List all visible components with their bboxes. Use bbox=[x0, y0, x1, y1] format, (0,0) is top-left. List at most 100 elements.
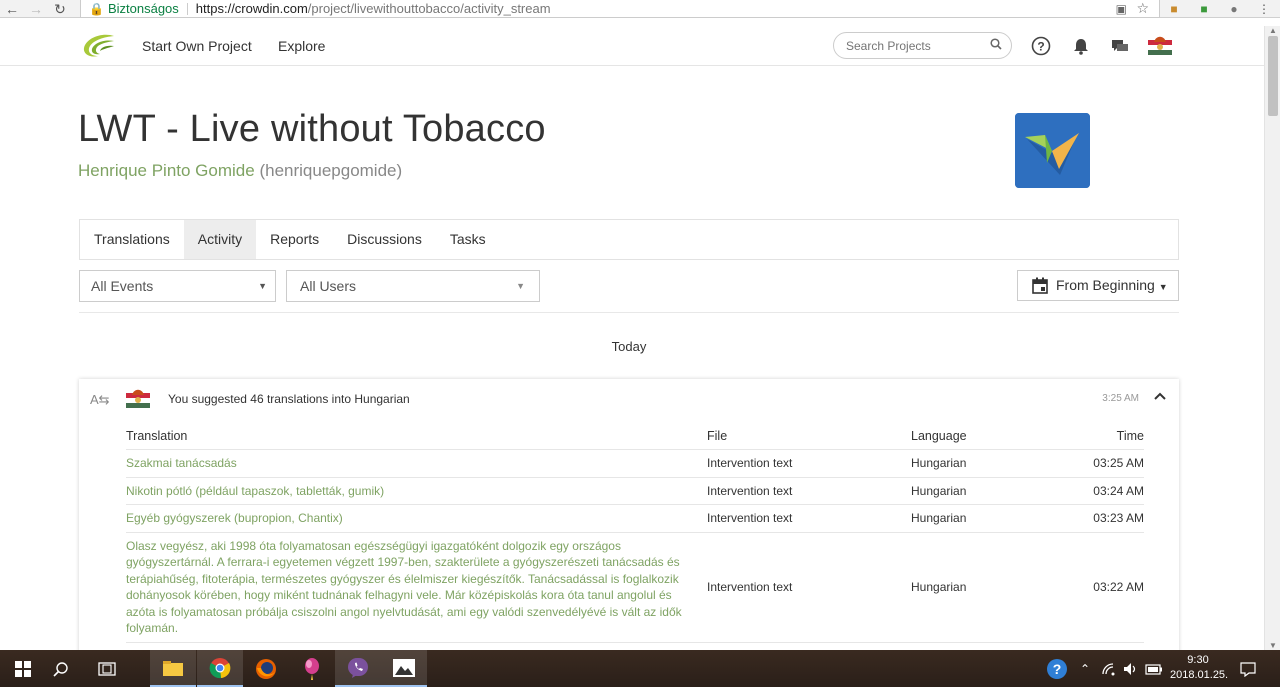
scroll-up-icon[interactable]: ▲ bbox=[1269, 26, 1277, 35]
browser-menu-icon[interactable]: ⋮ bbox=[1256, 1, 1272, 17]
events-filter-select[interactable]: All Events ▼ bbox=[79, 270, 276, 302]
site-header: Start Own Project Explore ? bbox=[0, 26, 1264, 66]
bookmark-star-icon[interactable]: ☆ bbox=[1136, 0, 1149, 17]
translate-icon: A⇆ bbox=[90, 392, 110, 407]
extension-icon[interactable]: ■ bbox=[1196, 1, 1212, 17]
show-hidden-icons-icon[interactable]: ⌃ bbox=[1080, 650, 1090, 687]
svg-text:?: ? bbox=[1053, 661, 1062, 677]
users-filter-select[interactable]: All Users ▼ bbox=[286, 270, 540, 302]
column-header-time: Time bbox=[1046, 429, 1144, 450]
table-row: Olasz vegyész, aki 1998 óta folyamatosan… bbox=[126, 532, 1144, 643]
time-cell: 03:22 AM bbox=[1046, 532, 1144, 643]
photos-app-icon[interactable] bbox=[381, 650, 427, 687]
column-header-translation: Translation bbox=[126, 429, 707, 450]
scroll-down-icon[interactable]: ▼ bbox=[1269, 641, 1277, 650]
crowdin-logo-icon[interactable] bbox=[80, 32, 116, 60]
scrollbar-thumb[interactable] bbox=[1268, 36, 1278, 116]
collapse-chevron-up-icon[interactable] bbox=[1153, 389, 1167, 403]
translations-table: Translation File Language Time Szakmai t… bbox=[126, 429, 1144, 643]
help-tray-icon[interactable]: ? bbox=[1046, 650, 1068, 687]
help-icon[interactable]: ? bbox=[1031, 36, 1051, 56]
search-icon[interactable] bbox=[990, 38, 1002, 50]
file-explorer-icon[interactable] bbox=[150, 650, 196, 687]
battery-icon[interactable] bbox=[1145, 650, 1163, 687]
translation-link[interactable]: Nikotin pótló (például tapaszok, tablett… bbox=[126, 477, 707, 505]
owner-name-link[interactable]: Henrique Pinto Gomide bbox=[78, 161, 255, 180]
taskbar-clock[interactable]: 9:30 2018.01.25. bbox=[1170, 653, 1228, 683]
tab-translations[interactable]: Translations bbox=[80, 220, 184, 259]
windows-taskbar: ? ⌃ 9:30 2018.01.25. bbox=[0, 650, 1280, 687]
divider bbox=[79, 312, 1179, 313]
firefox-icon[interactable] bbox=[243, 650, 289, 687]
task-view-icon[interactable] bbox=[84, 650, 130, 687]
search-input[interactable] bbox=[833, 32, 1012, 59]
table-row: Szakmai tanácsadás Intervention text Hun… bbox=[126, 449, 1144, 478]
translation-link[interactable]: Egyéb gyógyszerek (bupropion, Chantix) bbox=[126, 504, 707, 533]
back-icon[interactable]: ← bbox=[0, 0, 24, 18]
messages-icon[interactable] bbox=[1110, 36, 1130, 56]
translation-link[interactable]: Szakmai tanácsadás bbox=[126, 449, 707, 478]
forward-icon[interactable]: → bbox=[24, 0, 48, 18]
notifications-bell-icon[interactable] bbox=[1071, 36, 1091, 56]
svg-text:?: ? bbox=[1037, 40, 1044, 54]
event-description: You suggested 46 translations into Hunga… bbox=[168, 392, 410, 406]
page-scrollbar[interactable]: ▲ ▼ bbox=[1264, 26, 1280, 650]
address-separator bbox=[186, 2, 188, 15]
project-owner: Henrique Pinto Gomide (henriquepgomide) bbox=[78, 161, 402, 181]
extension-icon[interactable]: ● bbox=[1226, 1, 1242, 17]
date-range-button[interactable]: From Beginning ▼ bbox=[1017, 270, 1179, 301]
table-row: Nikotin pótló (például tapaszok, tablett… bbox=[126, 477, 1144, 505]
language-cell: Hungarian bbox=[911, 532, 1046, 643]
activity-event-card: A⇆ You suggested 46 translations into Hu… bbox=[79, 379, 1179, 659]
language-cell: Hungarian bbox=[911, 504, 1046, 533]
lock-icon: 🔒 bbox=[89, 1, 104, 16]
translation-link[interactable]: Olasz vegyész, aki 1998 óta folyamatosan… bbox=[126, 532, 707, 643]
day-heading: Today bbox=[611, 339, 647, 354]
language-cell: Hungarian bbox=[911, 449, 1046, 478]
time-cell: 03:23 AM bbox=[1046, 504, 1144, 533]
secure-label: Biztonságos bbox=[107, 1, 179, 16]
column-header-file: File bbox=[707, 429, 911, 450]
tab-reports[interactable]: Reports bbox=[256, 220, 333, 259]
reload-icon[interactable]: ↻ bbox=[48, 0, 72, 18]
project-logo bbox=[1015, 113, 1090, 188]
start-own-project-link[interactable]: Start Own Project bbox=[142, 38, 252, 54]
user-avatar[interactable] bbox=[1148, 34, 1172, 58]
translate-icon[interactable]: ▣ bbox=[1116, 2, 1127, 16]
caret-down-icon: ▼ bbox=[516, 281, 525, 291]
file-cell: Intervention text bbox=[707, 477, 911, 505]
balloon-app-icon[interactable] bbox=[289, 650, 335, 687]
chrome-icon[interactable] bbox=[197, 650, 243, 687]
caret-down-icon: ▼ bbox=[258, 281, 267, 291]
address-bar[interactable]: 🔒 Biztonságos https://crowdin.com/projec… bbox=[80, 0, 1160, 18]
url-host: https://crowdin.com bbox=[195, 1, 308, 16]
owner-username: (henriquepgomide) bbox=[259, 161, 403, 180]
tab-discussions[interactable]: Discussions bbox=[333, 220, 436, 259]
viber-icon[interactable] bbox=[335, 650, 381, 687]
calendar-icon bbox=[1032, 277, 1048, 294]
file-cell: Intervention text bbox=[707, 449, 911, 478]
column-header-language: Language bbox=[911, 429, 1046, 450]
wifi-icon[interactable] bbox=[1101, 650, 1117, 687]
url-path: /project/livewithouttobacco/activity_str… bbox=[307, 1, 551, 16]
explore-link[interactable]: Explore bbox=[278, 38, 325, 54]
action-center-icon[interactable] bbox=[1240, 650, 1256, 687]
caret-down-icon: ▼ bbox=[1158, 282, 1168, 292]
table-header-row: Translation File Language Time bbox=[126, 429, 1144, 450]
volume-icon[interactable] bbox=[1123, 650, 1139, 687]
event-time: 3:25 AM bbox=[1102, 393, 1139, 404]
file-cell: Intervention text bbox=[707, 532, 911, 643]
language-cell: Hungarian bbox=[911, 477, 1046, 505]
search-icon[interactable] bbox=[38, 650, 84, 687]
clock-time: 9:30 bbox=[1187, 654, 1209, 666]
project-tabs: Translations Activity Reports Discussion… bbox=[79, 219, 1179, 260]
tab-activity[interactable]: Activity bbox=[183, 220, 257, 259]
events-filter-value: All Events bbox=[91, 278, 154, 294]
users-filter-value: All Users bbox=[300, 278, 357, 294]
table-row: Egyéb gyógyszerek (bupropion, Chantix) I… bbox=[126, 504, 1144, 533]
file-cell: Intervention text bbox=[707, 504, 911, 533]
tab-tasks[interactable]: Tasks bbox=[436, 220, 500, 259]
project-title: LWT - Live without Tobacco bbox=[78, 108, 546, 150]
extension-icon[interactable]: ■ bbox=[1166, 1, 1182, 17]
time-cell: 03:24 AM bbox=[1046, 477, 1144, 505]
